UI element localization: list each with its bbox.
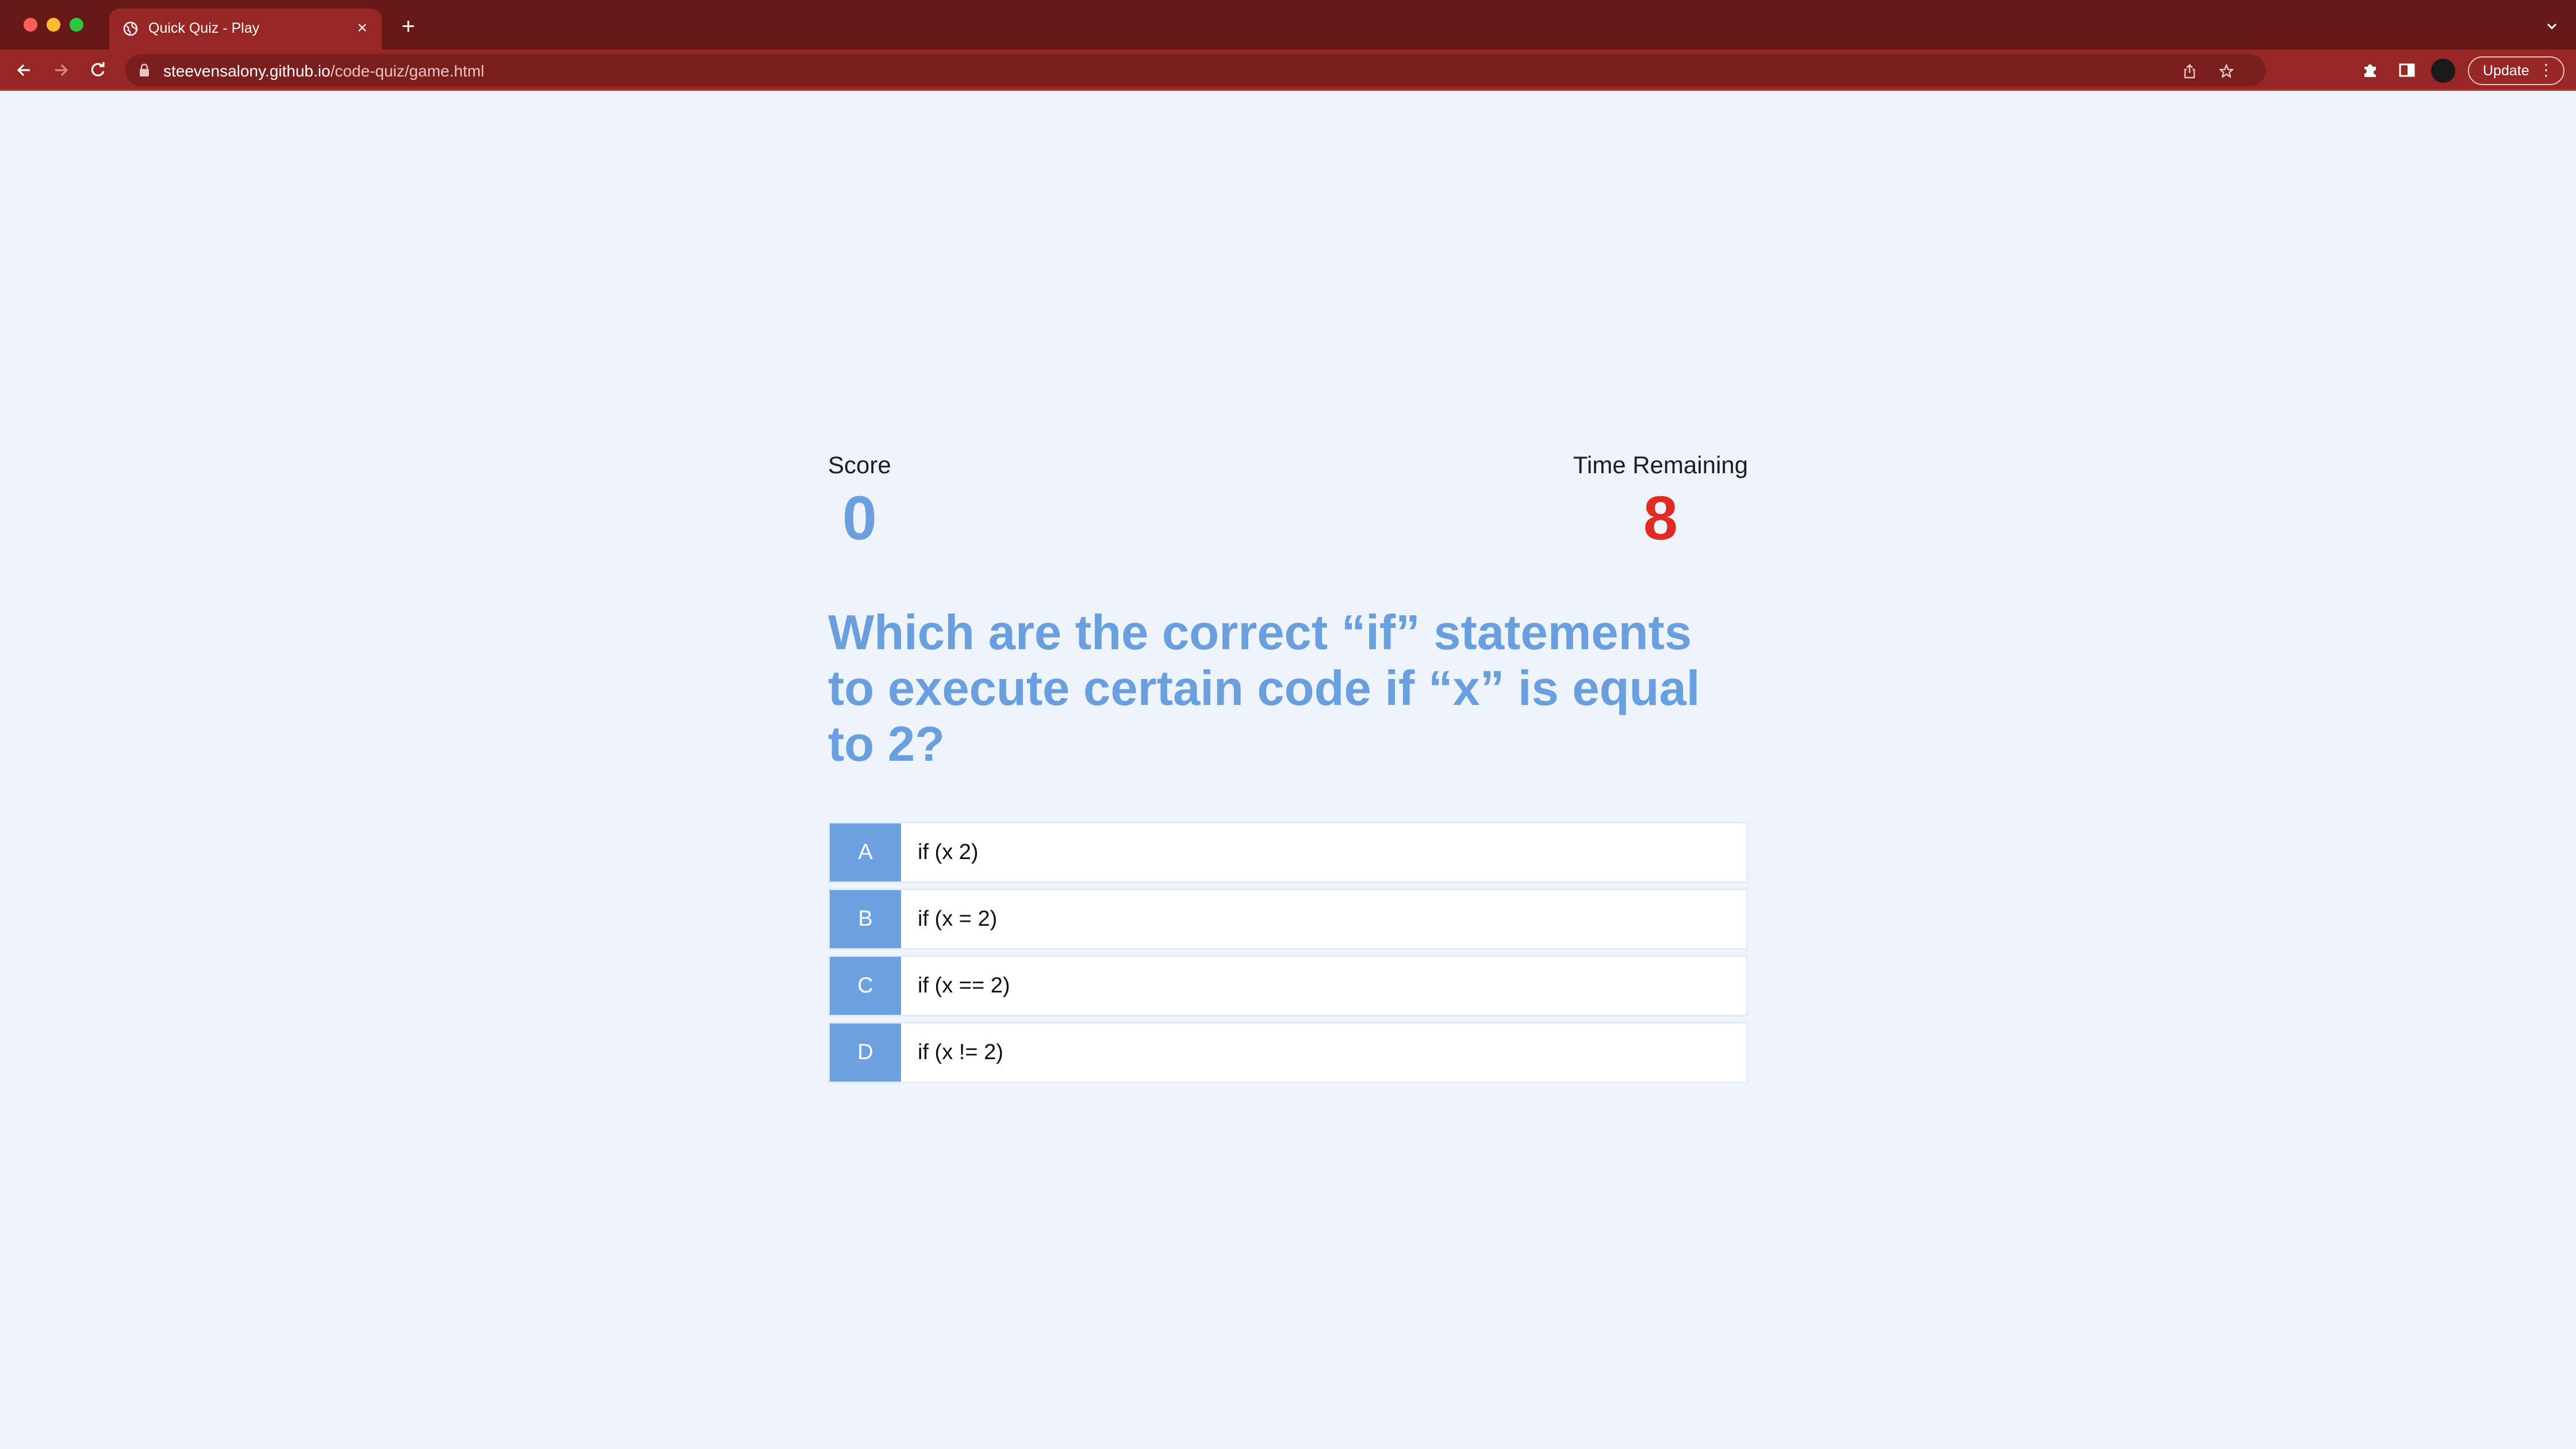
lock-icon[interactable] — [138, 63, 151, 77]
puzzle-icon[interactable] — [2360, 60, 2380, 80]
address-bar[interactable]: steevensalony.github.io/code-quiz/game.h… — [125, 54, 2266, 86]
browser-tab-strip: Quick Quiz - Play × + — [0, 0, 2576, 49]
browser-tab-active[interactable]: Quick Quiz - Play × — [109, 9, 382, 49]
reload-icon[interactable] — [87, 60, 108, 80]
quiz-hud: Score 0 Time Remaining 8 — [828, 451, 1748, 549]
choice-text: if (x == 2) — [918, 973, 1010, 998]
kebab-menu-icon: ⋮ — [2538, 61, 2554, 79]
side-panel-icon[interactable] — [2397, 60, 2417, 80]
window-zoom-button[interactable] — [70, 18, 83, 32]
choice-option-d[interactable]: D if (x != 2) — [828, 1022, 1748, 1083]
share-icon[interactable] — [2182, 63, 2198, 79]
back-arrow-icon[interactable] — [14, 60, 34, 80]
globe-icon — [123, 21, 138, 36]
choice-option-a[interactable]: A if (x 2) — [828, 822, 1748, 883]
url-host: steevensalony.github.io — [163, 62, 331, 80]
choice-list: A if (x 2) B if (x = 2) C if (x == 2) D … — [828, 822, 1748, 1088]
choice-text: if (x 2) — [918, 840, 979, 864]
choice-prefix: B — [830, 890, 901, 948]
plus-icon[interactable]: + — [398, 15, 419, 38]
score-label: Score — [828, 451, 891, 478]
update-button[interactable]: Update ⋮ — [2468, 56, 2564, 85]
star-icon[interactable] — [2218, 63, 2234, 79]
timer-panel: Time Remaining 8 — [1573, 451, 1748, 549]
close-icon[interactable]: × — [353, 19, 371, 37]
time-value: 8 — [1643, 483, 1678, 553]
score-value: 0 — [842, 483, 877, 553]
question-text: Which are the correct “if” statements to… — [828, 605, 1700, 772]
score-panel: Score 0 — [828, 451, 891, 549]
url-text[interactable]: steevensalony.github.io/code-quiz/game.h… — [163, 62, 484, 80]
update-label: Update — [2483, 63, 2529, 79]
choice-prefix: C — [830, 957, 901, 1015]
url-path: /code-quiz/game.html — [330, 62, 485, 80]
browser-toolbar: steevensalony.github.io/code-quiz/game.h… — [0, 49, 2576, 91]
window-close-button[interactable] — [24, 18, 37, 32]
chevron-down-icon[interactable] — [2544, 18, 2560, 34]
avatar[interactable] — [2431, 59, 2455, 83]
choice-option-c[interactable]: C if (x == 2) — [828, 955, 1748, 1017]
tab-title: Quick Quiz - Play — [148, 20, 260, 36]
choice-prefix: D — [830, 1023, 901, 1082]
forward-arrow-icon[interactable] — [51, 60, 71, 80]
time-label: Time Remaining — [1573, 451, 1748, 478]
choice-prefix: A — [830, 823, 901, 881]
window-minimize-button[interactable] — [47, 18, 60, 32]
choice-text: if (x != 2) — [918, 1040, 1003, 1064]
choice-option-b[interactable]: B if (x = 2) — [828, 888, 1748, 950]
choice-text: if (x = 2) — [918, 907, 998, 931]
